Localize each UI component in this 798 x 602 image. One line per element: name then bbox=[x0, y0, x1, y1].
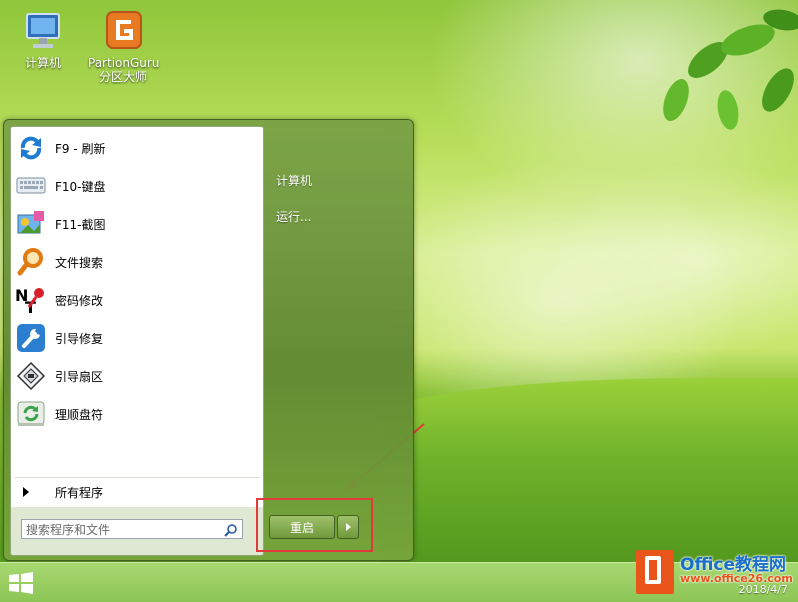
start-menu-program-list: F9 - 刷新 F10-键盘 F11-截图 文件搜索 N 密码修改 引导修复 引… bbox=[10, 126, 264, 483]
refresh-icon bbox=[15, 132, 47, 164]
menu-item-file-search[interactable]: 文件搜索 bbox=[15, 244, 259, 280]
keyboard-icon bbox=[15, 170, 47, 202]
menu-item-label: 文件搜索 bbox=[55, 255, 104, 270]
search-placeholder: 搜索程序和文件 bbox=[26, 523, 111, 537]
search-input[interactable]: 搜索程序和文件 bbox=[21, 519, 243, 539]
drive-letter-icon bbox=[15, 398, 47, 430]
start-menu: F9 - 刷新 F10-键盘 F11-截图 文件搜索 N 密码修改 引导修复 引… bbox=[3, 119, 414, 561]
wrench-icon bbox=[15, 322, 47, 354]
menu-item-boot-sector[interactable]: 引导扇区 bbox=[15, 358, 259, 394]
search-icon[interactable] bbox=[224, 523, 238, 537]
right-link-computer[interactable]: 计算机 bbox=[276, 172, 312, 189]
boot-sector-icon bbox=[15, 360, 47, 392]
all-programs-button[interactable]: 所有程序 bbox=[10, 475, 264, 507]
menu-item-password[interactable]: N T 密码修改 bbox=[15, 282, 259, 318]
menu-item-label: 引导扇区 bbox=[55, 369, 104, 384]
menu-item-refresh[interactable]: F9 - 刷新 bbox=[15, 130, 259, 166]
separator bbox=[15, 477, 259, 478]
menu-item-screenshot[interactable]: F11-截图 bbox=[15, 206, 259, 242]
menu-item-label: F9 - 刷新 bbox=[55, 141, 106, 156]
all-programs-label: 所有程序 bbox=[55, 486, 104, 500]
right-link-run[interactable]: 运行... bbox=[276, 208, 311, 225]
menu-item-label: 引导修复 bbox=[55, 331, 104, 346]
windows-start-icon[interactable] bbox=[8, 571, 34, 595]
triangle-right-icon bbox=[23, 487, 29, 497]
menu-item-boot-repair[interactable]: 引导修复 bbox=[15, 320, 259, 356]
annotation-highlight-box bbox=[256, 498, 373, 552]
search-area: 搜索程序和文件 bbox=[10, 507, 264, 556]
screenshot-icon bbox=[15, 208, 47, 240]
watermark-url: www.office26.com bbox=[680, 572, 793, 585]
menu-item-keyboard[interactable]: F10-键盘 bbox=[15, 168, 259, 204]
watermark: Office教程网 www.office26.com bbox=[636, 546, 796, 598]
menu-item-label: 理顺盘符 bbox=[55, 407, 104, 422]
password-key-icon: N T bbox=[15, 284, 47, 316]
menu-item-label: F11-截图 bbox=[55, 217, 106, 232]
file-search-icon bbox=[15, 246, 47, 278]
menu-item-label: F10-键盘 bbox=[55, 179, 106, 194]
menu-item-label: 密码修改 bbox=[55, 293, 104, 308]
office-logo-icon bbox=[636, 550, 674, 594]
menu-item-drive-letter[interactable]: 理顺盘符 bbox=[15, 396, 259, 432]
